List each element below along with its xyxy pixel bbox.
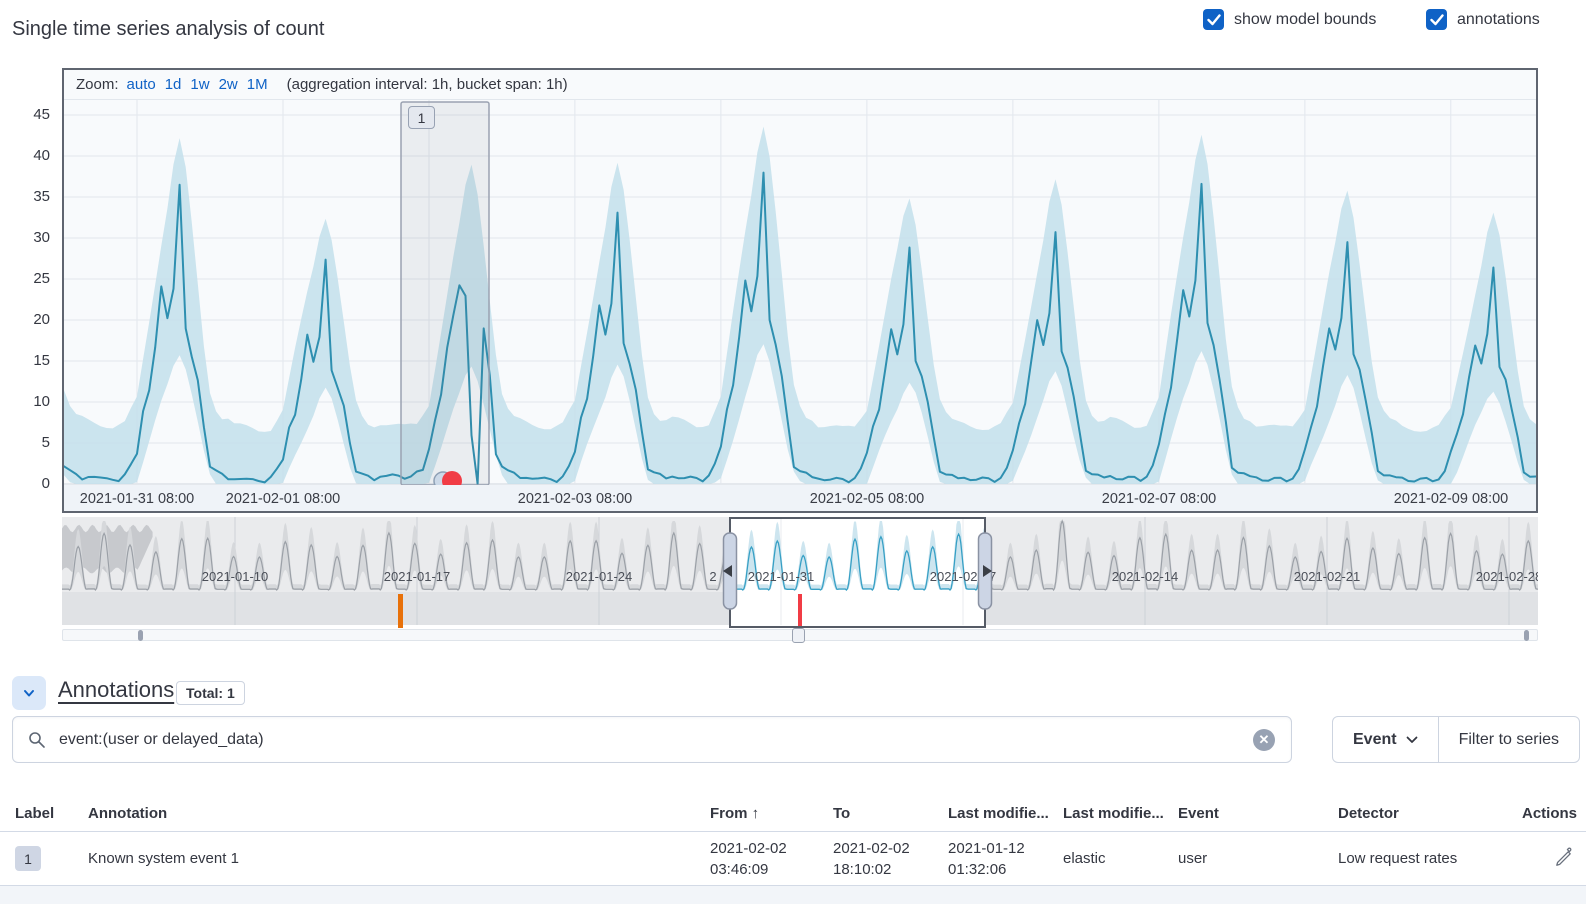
- zoom-link-auto[interactable]: auto: [127, 76, 156, 93]
- y-tick-30: 30: [6, 229, 50, 246]
- row-label-badge: 1: [15, 846, 41, 871]
- filter-button-group: Event Filter to series: [1332, 716, 1580, 763]
- brush-handle-right[interactable]: [979, 533, 993, 609]
- cell-annotation: Known system event 1: [88, 850, 710, 867]
- svg-text:2021-01-24: 2021-01-24: [566, 569, 633, 584]
- annotation-band[interactable]: [401, 102, 489, 485]
- cell-label: 1: [15, 846, 88, 871]
- focus-chart-svg: [64, 100, 1536, 485]
- svg-text:2: 2: [709, 569, 716, 584]
- col-header-detector[interactable]: Detector: [1338, 805, 1506, 822]
- cell-to: 2021-02-0218:10:02: [833, 838, 948, 880]
- check-icon: [1430, 14, 1444, 26]
- svg-text:2021-01-17: 2021-01-17: [384, 569, 451, 584]
- annotations-table-header: LabelAnnotationFrom ↑ToLast modifie...La…: [0, 796, 1586, 832]
- context-chart: 2021-01-10 2021-01-17 2021-01-24 2021-01-31…: [62, 517, 1538, 628]
- zoom-links: auto 1d 1w 2w 1M: [127, 76, 277, 93]
- collapse-annotations-button[interactable]: [12, 676, 46, 710]
- checkbox-show-model-bounds: show model bounds: [1203, 9, 1376, 30]
- total-badge: Total: 1: [176, 681, 245, 705]
- show-model-bounds-label: show model bounds: [1234, 11, 1376, 29]
- annotations-checkbox-label: annotations: [1457, 11, 1540, 29]
- x-tick: 2021-02-07 08:00: [1102, 491, 1217, 507]
- cell-last-modified-by: elastic: [1063, 850, 1178, 867]
- cell-from: 2021-02-0203:46:09: [710, 838, 833, 880]
- annotations-table-row[interactable]: 1Known system event 12021-02-0203:46:092…: [0, 832, 1586, 886]
- x-tick: 2021-02-09 08:00: [1394, 491, 1509, 507]
- cell-detector: Low request rates: [1338, 850, 1506, 867]
- checkbox-annotations: annotations: [1426, 9, 1540, 30]
- col-header-event[interactable]: Event: [1178, 805, 1338, 822]
- col-header-annotation[interactable]: Annotation: [88, 805, 710, 822]
- annotations-heading-link[interactable]: Annotations: [58, 677, 174, 703]
- col-header-last-modifie-[interactable]: Last modifie...: [948, 805, 1063, 822]
- annotations-search: ✕: [12, 716, 1292, 763]
- svg-text:2021-01-10: 2021-01-10: [202, 569, 269, 584]
- cell-last-modified-date: 2021-01-1201:32:06: [948, 838, 1063, 880]
- svg-text:2021-02-21: 2021-02-21: [1294, 569, 1361, 584]
- zoom-link-2w[interactable]: 2w: [219, 76, 238, 93]
- single-metric-viewer: { "accent": "#0f62c6", "header": { "titl…: [0, 0, 1586, 904]
- svg-text:2021-02-28: 2021-02-28: [1476, 569, 1538, 584]
- x-tick: 2021-01-31 08:00: [80, 491, 195, 507]
- filter-to-series-button[interactable]: Filter to series: [1439, 717, 1579, 762]
- zoom-controls: Zoom: auto 1d 1w 2w 1M (aggregation interval…: [64, 70, 1536, 100]
- col-header-label: Label: [15, 805, 88, 822]
- annotations-checkbox[interactable]: [1426, 9, 1447, 30]
- focus-chart-plot: [64, 100, 1536, 485]
- slider-right-pill[interactable]: [1524, 630, 1529, 641]
- col-header-actions: Actions: [1506, 805, 1586, 822]
- x-tick: 2021-02-05 08:00: [810, 491, 925, 507]
- slider-drag-handle[interactable]: [792, 628, 805, 643]
- x-tick: 2021-02-03 08:00: [518, 491, 633, 507]
- slider-left-pill[interactable]: [138, 630, 143, 641]
- y-tick-10: 10: [6, 393, 50, 410]
- page-title: Single time series analysis of count: [12, 18, 324, 41]
- cell-event: user: [1178, 850, 1338, 867]
- search-icon: [27, 730, 47, 750]
- zoom-link-1w[interactable]: 1w: [190, 76, 209, 93]
- event-dropdown-button[interactable]: Event: [1333, 717, 1438, 762]
- col-header-last-modifie-[interactable]: Last modifie...: [1063, 805, 1178, 822]
- chevron-down-icon: [20, 684, 38, 702]
- y-tick-15: 15: [6, 352, 50, 369]
- edit-pencil-icon[interactable]: [1554, 847, 1573, 866]
- cell-actions[interactable]: [1506, 847, 1586, 870]
- y-tick-20: 20: [6, 311, 50, 328]
- context-chart-svg: 2021-01-10 2021-01-17 2021-01-24 2021-01-31…: [62, 517, 1538, 628]
- context-annotation-tick[interactable]: [798, 594, 802, 628]
- y-tick-35: 35: [6, 188, 50, 205]
- chevron-down-icon: [1406, 736, 1418, 744]
- svg-text:2021-01-31: 2021-01-31: [748, 569, 815, 584]
- col-header-from[interactable]: From ↑: [710, 805, 833, 822]
- context-annotation-tick[interactable]: [398, 594, 403, 628]
- check-icon: [1207, 14, 1221, 26]
- y-tick-45: 45: [6, 106, 50, 123]
- zoom-link-1d[interactable]: 1d: [165, 76, 182, 93]
- y-tick-0: 0: [6, 475, 50, 492]
- y-tick-25: 25: [6, 270, 50, 287]
- svg-text:2021-02-14: 2021-02-14: [1112, 569, 1179, 584]
- col-header-to[interactable]: To: [833, 805, 948, 822]
- y-tick-5: 5: [6, 434, 50, 451]
- clear-search-button[interactable]: ✕: [1253, 729, 1275, 751]
- annotation-badge-1[interactable]: 1: [408, 106, 435, 129]
- x-tick: 2021-02-01 08:00: [226, 491, 341, 507]
- search-input[interactable]: [59, 717, 1239, 762]
- table-footer-strip: [0, 886, 1586, 904]
- zoom-link-1M[interactable]: 1M: [247, 76, 268, 93]
- brush-handle-left[interactable]: [723, 533, 737, 609]
- zoom-label: Zoom:: [76, 76, 119, 93]
- aggregation-note: (aggregation interval: 1h, bucket span: …: [287, 76, 568, 93]
- show-model-bounds-checkbox[interactable]: [1203, 9, 1224, 30]
- y-tick-40: 40: [6, 147, 50, 164]
